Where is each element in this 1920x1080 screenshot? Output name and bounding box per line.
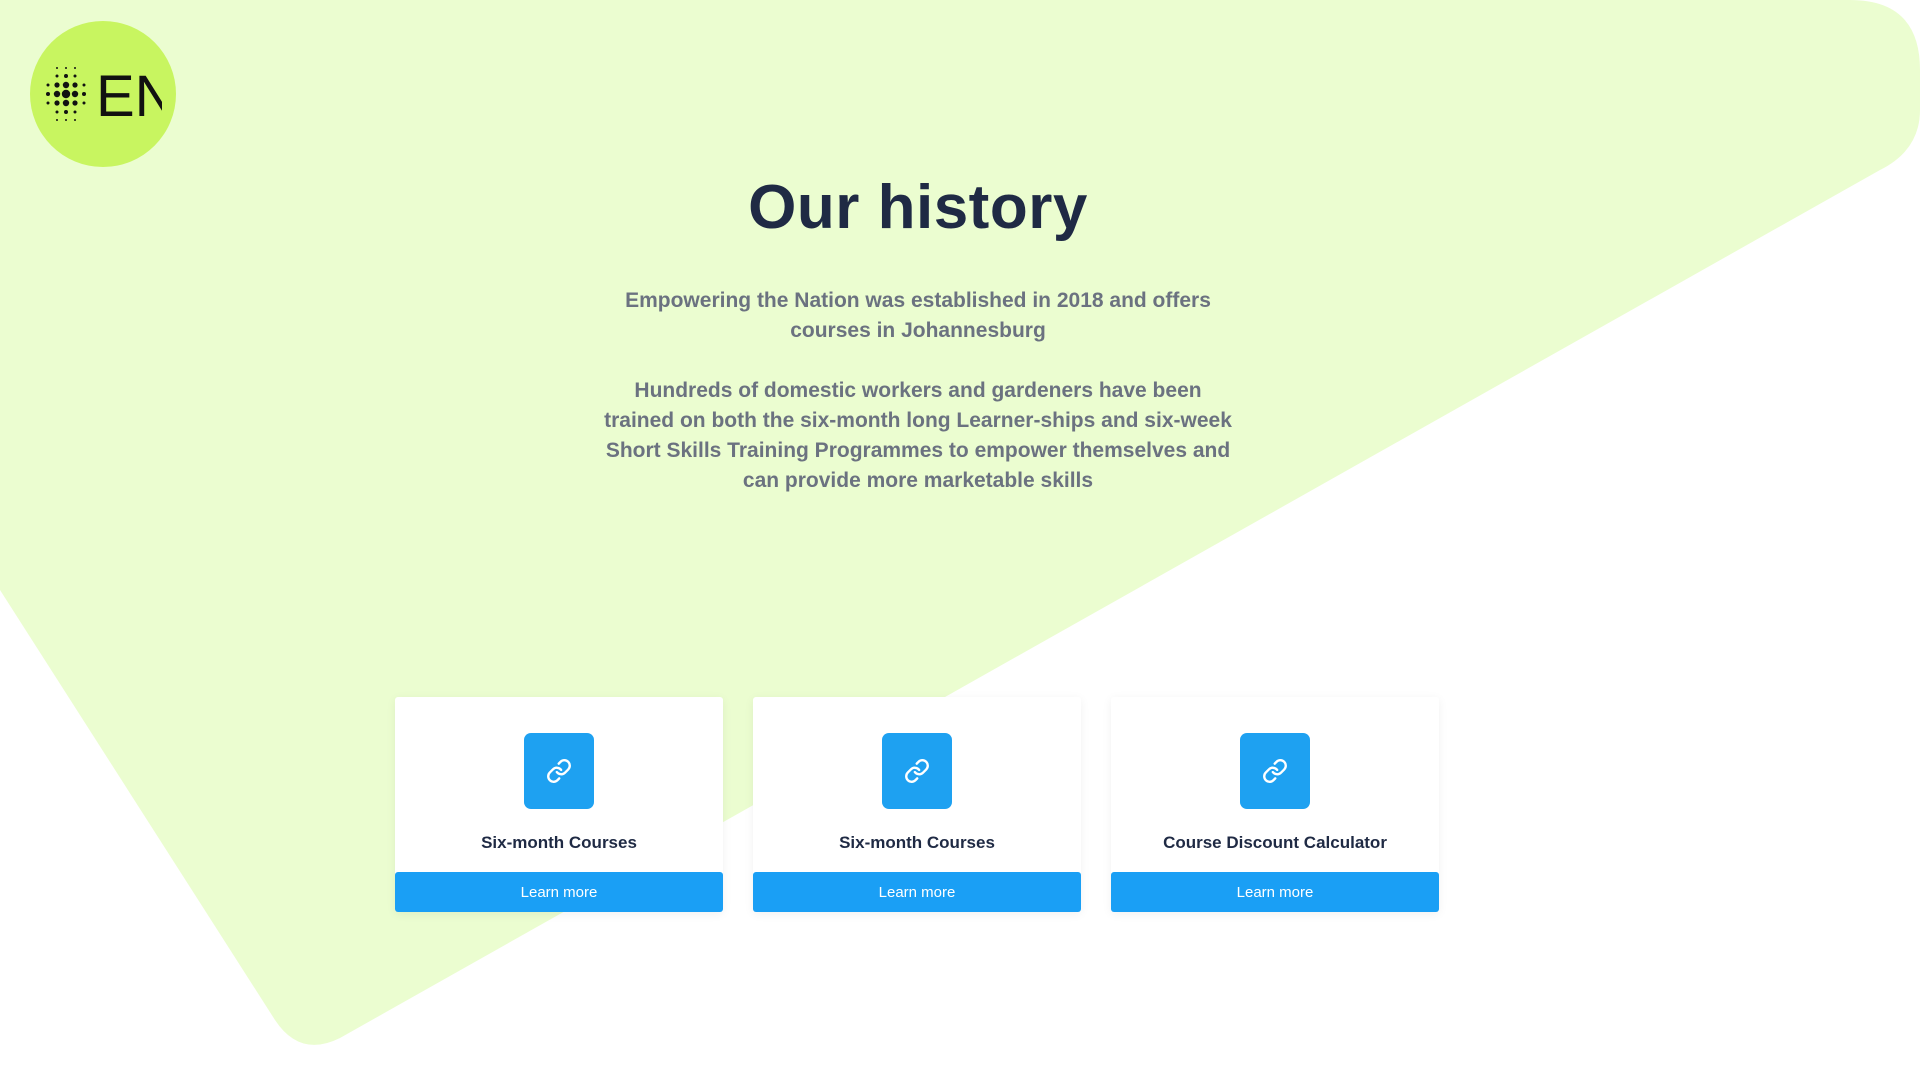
calculator-card: Course Discount Calculator Learn more (1111, 697, 1439, 912)
logo[interactable]: EN (30, 21, 176, 167)
course-card: Six-month Courses Learn more (395, 697, 723, 912)
learn-more-button[interactable]: Learn more (753, 872, 1081, 912)
link-icon (524, 733, 594, 809)
learn-more-button[interactable]: Learn more (1111, 872, 1439, 912)
course-card: Six-month Courses Learn more (753, 697, 1081, 912)
card-title: Six-month Courses (481, 833, 637, 852)
page-title: Our history (748, 173, 1088, 242)
logo-text: EN (96, 64, 162, 124)
card-title: Course Discount Calculator (1163, 833, 1387, 852)
learn-more-button[interactable]: Learn more (395, 872, 723, 912)
dots-grid-icon: EN (46, 64, 162, 124)
history-intro: Empowering the Nation was established in… (625, 289, 1211, 342)
link-icon (1240, 733, 1310, 809)
background-shape (0, 0, 1920, 1045)
card-title: Six-month Courses (839, 833, 995, 852)
history-details: Hundreds of domestic workers and gardene… (604, 379, 1232, 492)
link-icon (882, 733, 952, 809)
card-row: Six-month Courses Learn more Six-month C… (395, 697, 1439, 912)
